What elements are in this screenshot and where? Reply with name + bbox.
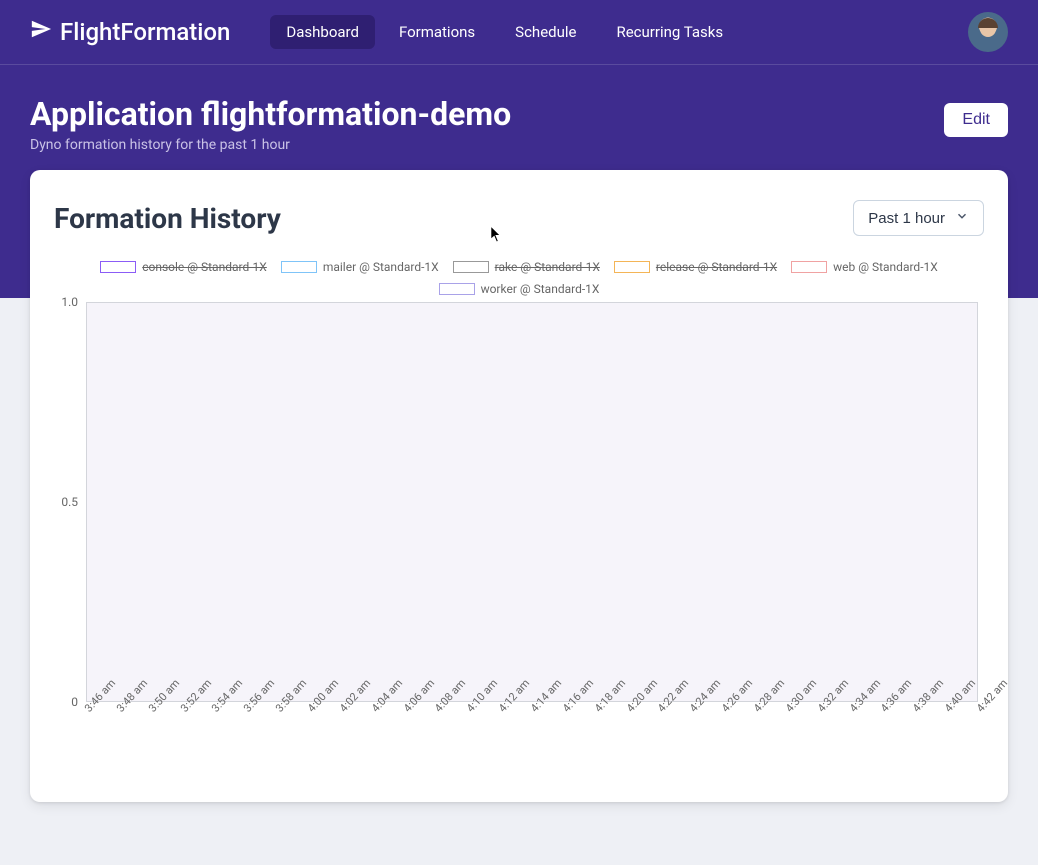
legend-swatch bbox=[614, 261, 650, 273]
time-range-label: Past 1 hour bbox=[868, 210, 945, 227]
legend-item[interactable]: mailer @ Standard-1X bbox=[281, 260, 439, 274]
time-range-dropdown[interactable]: Past 1 hour bbox=[853, 200, 984, 236]
legend-swatch bbox=[439, 283, 475, 295]
legend-item[interactable]: worker @ Standard-1X bbox=[439, 282, 600, 296]
nav-item-recurring-tasks[interactable]: Recurring Tasks bbox=[600, 15, 739, 49]
brand-logo[interactable]: FlightFormation bbox=[30, 18, 230, 46]
avatar[interactable] bbox=[968, 12, 1008, 52]
legend-swatch bbox=[453, 261, 489, 273]
card-title: Formation History bbox=[54, 202, 281, 235]
legend-label: worker @ Standard-1X bbox=[481, 282, 600, 296]
x-axis: 3:46 am3:48 am3:50 am3:52 am3:54 am3:56 … bbox=[86, 702, 978, 762]
paper-plane-icon bbox=[30, 18, 52, 46]
legend-item[interactable]: rake @ Standard-1X bbox=[453, 260, 600, 274]
legend-swatch bbox=[100, 261, 136, 273]
legend-label: mailer @ Standard-1X bbox=[323, 260, 439, 274]
chevron-down-icon bbox=[955, 209, 969, 227]
nav-item-schedule[interactable]: Schedule bbox=[499, 15, 592, 49]
legend-label: release @ Standard-1X bbox=[656, 260, 777, 274]
chart-legend: console @ Standard-1X mailer @ Standard-1… bbox=[54, 260, 984, 296]
header: FlightFormation DashboardFormationsSched… bbox=[0, 0, 1038, 65]
history-card: Formation History Past 1 hour console @ … bbox=[30, 170, 1008, 802]
legend-item[interactable]: console @ Standard-1X bbox=[100, 260, 267, 274]
plot-area[interactable] bbox=[86, 302, 978, 702]
legend-swatch bbox=[791, 261, 827, 273]
page-subtitle: Dyno formation history for the past 1 ho… bbox=[30, 137, 511, 153]
brand-name: FlightFormation bbox=[60, 18, 230, 46]
page-title: Application flightformation-demo bbox=[30, 95, 511, 133]
y-tick: 1.0 bbox=[61, 295, 86, 309]
legend-swatch bbox=[281, 261, 317, 273]
legend-label: console @ Standard-1X bbox=[142, 260, 267, 274]
nav-item-formations[interactable]: Formations bbox=[383, 15, 491, 49]
x-tick: 4:42 am bbox=[974, 677, 1010, 715]
legend-label: rake @ Standard-1X bbox=[495, 260, 600, 274]
legend-label: web @ Standard-1X bbox=[833, 260, 938, 274]
chart-area: 1.0 0.5 0 bbox=[86, 302, 978, 702]
legend-item[interactable]: web @ Standard-1X bbox=[791, 260, 938, 274]
title-row: Application flightformation-demo Dyno fo… bbox=[0, 65, 1038, 163]
top-nav: DashboardFormationsScheduleRecurring Tas… bbox=[270, 15, 739, 49]
nav-item-dashboard[interactable]: Dashboard bbox=[270, 15, 375, 49]
edit-button[interactable]: Edit bbox=[944, 103, 1008, 137]
legend-item[interactable]: release @ Standard-1X bbox=[614, 260, 777, 274]
y-tick: 0.5 bbox=[61, 495, 86, 509]
